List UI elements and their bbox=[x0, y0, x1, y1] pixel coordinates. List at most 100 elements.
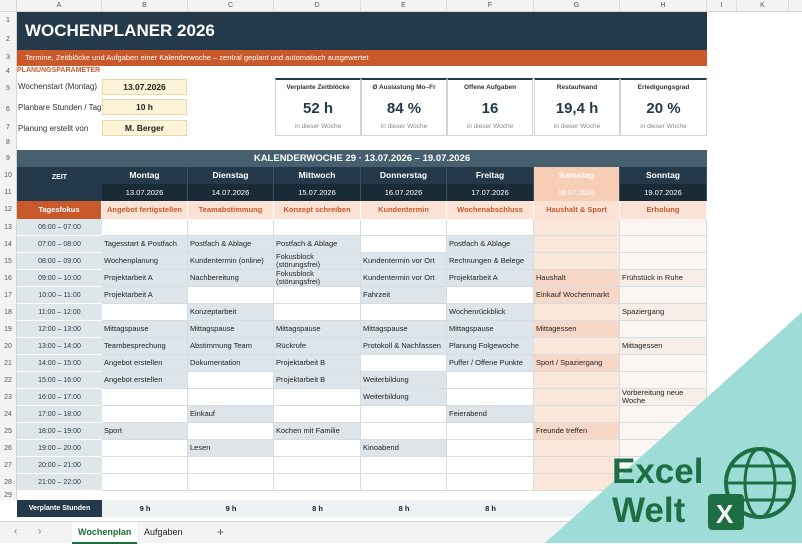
row-number[interactable]: 4 bbox=[0, 66, 17, 78]
schedule-cell[interactable]: Puffer / Offene Punkte bbox=[447, 355, 534, 372]
column-letter[interactable]: C bbox=[188, 0, 274, 12]
schedule-cell[interactable] bbox=[188, 423, 274, 440]
schedule-cell[interactable] bbox=[620, 219, 707, 236]
schedule-cell[interactable] bbox=[274, 287, 361, 304]
schedule-cell[interactable] bbox=[274, 474, 361, 491]
schedule-cell[interactable] bbox=[274, 304, 361, 321]
row-number[interactable]: 11 bbox=[0, 184, 17, 201]
schedule-cell[interactable] bbox=[361, 423, 447, 440]
schedule-cell[interactable]: Protokoll & Nachfassen bbox=[361, 338, 447, 355]
schedule-cell[interactable]: Mittagessen bbox=[534, 321, 620, 338]
row-number[interactable]: 29 bbox=[0, 491, 17, 500]
schedule-cell[interactable] bbox=[620, 372, 707, 389]
schedule-cell[interactable] bbox=[620, 440, 707, 457]
row-number[interactable]: 3 bbox=[0, 50, 17, 66]
schedule-cell[interactable]: Kinoabend bbox=[361, 440, 447, 457]
row-number[interactable]: 21 bbox=[0, 355, 17, 372]
select-all-corner[interactable] bbox=[0, 0, 17, 12]
schedule-cell[interactable]: Tagesstart & Postfach bbox=[102, 236, 188, 253]
schedule-cell[interactable]: Lesen bbox=[188, 440, 274, 457]
schedule-cell[interactable] bbox=[620, 457, 707, 474]
param-value-wochenstart[interactable]: 13.07.2026 bbox=[102, 79, 187, 95]
schedule-cell[interactable] bbox=[534, 304, 620, 321]
schedule-cell[interactable]: Wochenrückblick bbox=[447, 304, 534, 321]
row-number[interactable]: 2 bbox=[0, 30, 17, 50]
schedule-cell[interactable]: Rückrufe bbox=[274, 338, 361, 355]
row-number[interactable]: 5 bbox=[0, 78, 17, 99]
schedule-cell[interactable]: Kundentermin (online) bbox=[188, 253, 274, 270]
column-letter[interactable]: B bbox=[102, 0, 188, 12]
column-letter[interactable]: D bbox=[274, 0, 361, 12]
schedule-cell[interactable] bbox=[447, 440, 534, 457]
schedule-cell[interactable] bbox=[102, 457, 188, 474]
schedule-cell[interactable] bbox=[102, 304, 188, 321]
schedule-cell[interactable] bbox=[102, 389, 188, 406]
column-letter[interactable]: E bbox=[361, 0, 447, 12]
schedule-cell[interactable]: Rechnungen & Belege bbox=[447, 253, 534, 270]
schedule-cell[interactable] bbox=[361, 457, 447, 474]
schedule-cell[interactable]: Weiterbildung bbox=[361, 389, 447, 406]
column-letter[interactable]: K bbox=[737, 0, 789, 12]
schedule-cell[interactable]: Kundentermin vor Ort bbox=[361, 253, 447, 270]
row-number[interactable]: 9 bbox=[0, 150, 17, 167]
schedule-cell[interactable] bbox=[534, 253, 620, 270]
schedule-cell[interactable]: Planung Folgewoche bbox=[447, 338, 534, 355]
row-number[interactable]: 19 bbox=[0, 321, 17, 338]
schedule-cell[interactable] bbox=[620, 253, 707, 270]
schedule-cell[interactable] bbox=[447, 389, 534, 406]
schedule-cell[interactable] bbox=[361, 304, 447, 321]
column-letter[interactable]: G bbox=[534, 0, 620, 12]
schedule-cell[interactable] bbox=[188, 474, 274, 491]
add-sheet-icon[interactable]: + bbox=[217, 525, 224, 539]
row-number[interactable]: 14 bbox=[0, 236, 17, 253]
row-number[interactable]: 16 bbox=[0, 270, 17, 287]
schedule-cell[interactable] bbox=[102, 406, 188, 423]
row-number[interactable]: 13 bbox=[0, 219, 17, 236]
schedule-cell[interactable]: Konzeptarbeit bbox=[188, 304, 274, 321]
param-value-stunden[interactable]: 10 h bbox=[102, 99, 187, 115]
focus-cell[interactable]: Kundentermin bbox=[361, 201, 447, 219]
schedule-cell[interactable] bbox=[620, 355, 707, 372]
schedule-cell[interactable]: Fokusblock (störungsfrei) bbox=[274, 253, 361, 270]
row-number[interactable]: 15 bbox=[0, 253, 17, 270]
focus-cell[interactable]: Teamabstimmung bbox=[188, 201, 274, 219]
schedule-cell[interactable]: Weiterbildung bbox=[361, 372, 447, 389]
row-number[interactable]: 1 bbox=[0, 12, 17, 30]
column-letter[interactable]: I bbox=[707, 0, 737, 12]
tab-prev-icon[interactable]: ‹ bbox=[14, 526, 17, 537]
schedule-cell[interactable]: Teambesprechung bbox=[102, 338, 188, 355]
row-number[interactable]: 17 bbox=[0, 287, 17, 304]
schedule-cell[interactable] bbox=[534, 236, 620, 253]
schedule-cell[interactable]: Angebot erstellen bbox=[102, 355, 188, 372]
row-number[interactable]: 28 bbox=[0, 474, 17, 491]
schedule-cell[interactable] bbox=[534, 474, 620, 491]
schedule-cell[interactable]: Postfach & Ablage bbox=[274, 236, 361, 253]
schedule-cell[interactable]: Haushalt bbox=[534, 270, 620, 287]
schedule-cell[interactable]: Freunde treffen bbox=[534, 423, 620, 440]
schedule-cell[interactable]: Mittagspause bbox=[102, 321, 188, 338]
schedule-cell[interactable]: Projektarbeit A bbox=[102, 270, 188, 287]
schedule-cell[interactable]: Frühstück in Ruhe bbox=[620, 270, 707, 287]
row-number[interactable]: 8 bbox=[0, 136, 17, 150]
focus-cell[interactable]: Erholung bbox=[620, 201, 707, 219]
schedule-cell[interactable]: Nachbereitung bbox=[188, 270, 274, 287]
schedule-cell[interactable] bbox=[447, 423, 534, 440]
schedule-cell[interactable] bbox=[447, 474, 534, 491]
focus-cell[interactable]: Haushalt & Sport bbox=[534, 201, 620, 219]
schedule-cell[interactable] bbox=[274, 406, 361, 423]
schedule-cell[interactable] bbox=[188, 219, 274, 236]
schedule-cell[interactable] bbox=[361, 406, 447, 423]
schedule-cell[interactable] bbox=[274, 457, 361, 474]
schedule-cell[interactable]: Angebot erstellen bbox=[102, 372, 188, 389]
schedule-cell[interactable] bbox=[534, 440, 620, 457]
tab-wochenplan[interactable]: Wochenplan bbox=[72, 522, 138, 544]
focus-cell[interactable]: Wochenabschluss bbox=[447, 201, 534, 219]
schedule-cell[interactable] bbox=[447, 219, 534, 236]
schedule-cell[interactable] bbox=[102, 440, 188, 457]
schedule-cell[interactable]: Postfach & Ablage bbox=[447, 236, 534, 253]
row-number[interactable]: 25 bbox=[0, 423, 17, 440]
schedule-cell[interactable]: Fahrzeit bbox=[361, 287, 447, 304]
schedule-cell[interactable] bbox=[102, 474, 188, 491]
schedule-cell[interactable]: Projektarbeit B bbox=[274, 355, 361, 372]
param-value-ersteller[interactable]: M. Berger bbox=[102, 120, 187, 136]
